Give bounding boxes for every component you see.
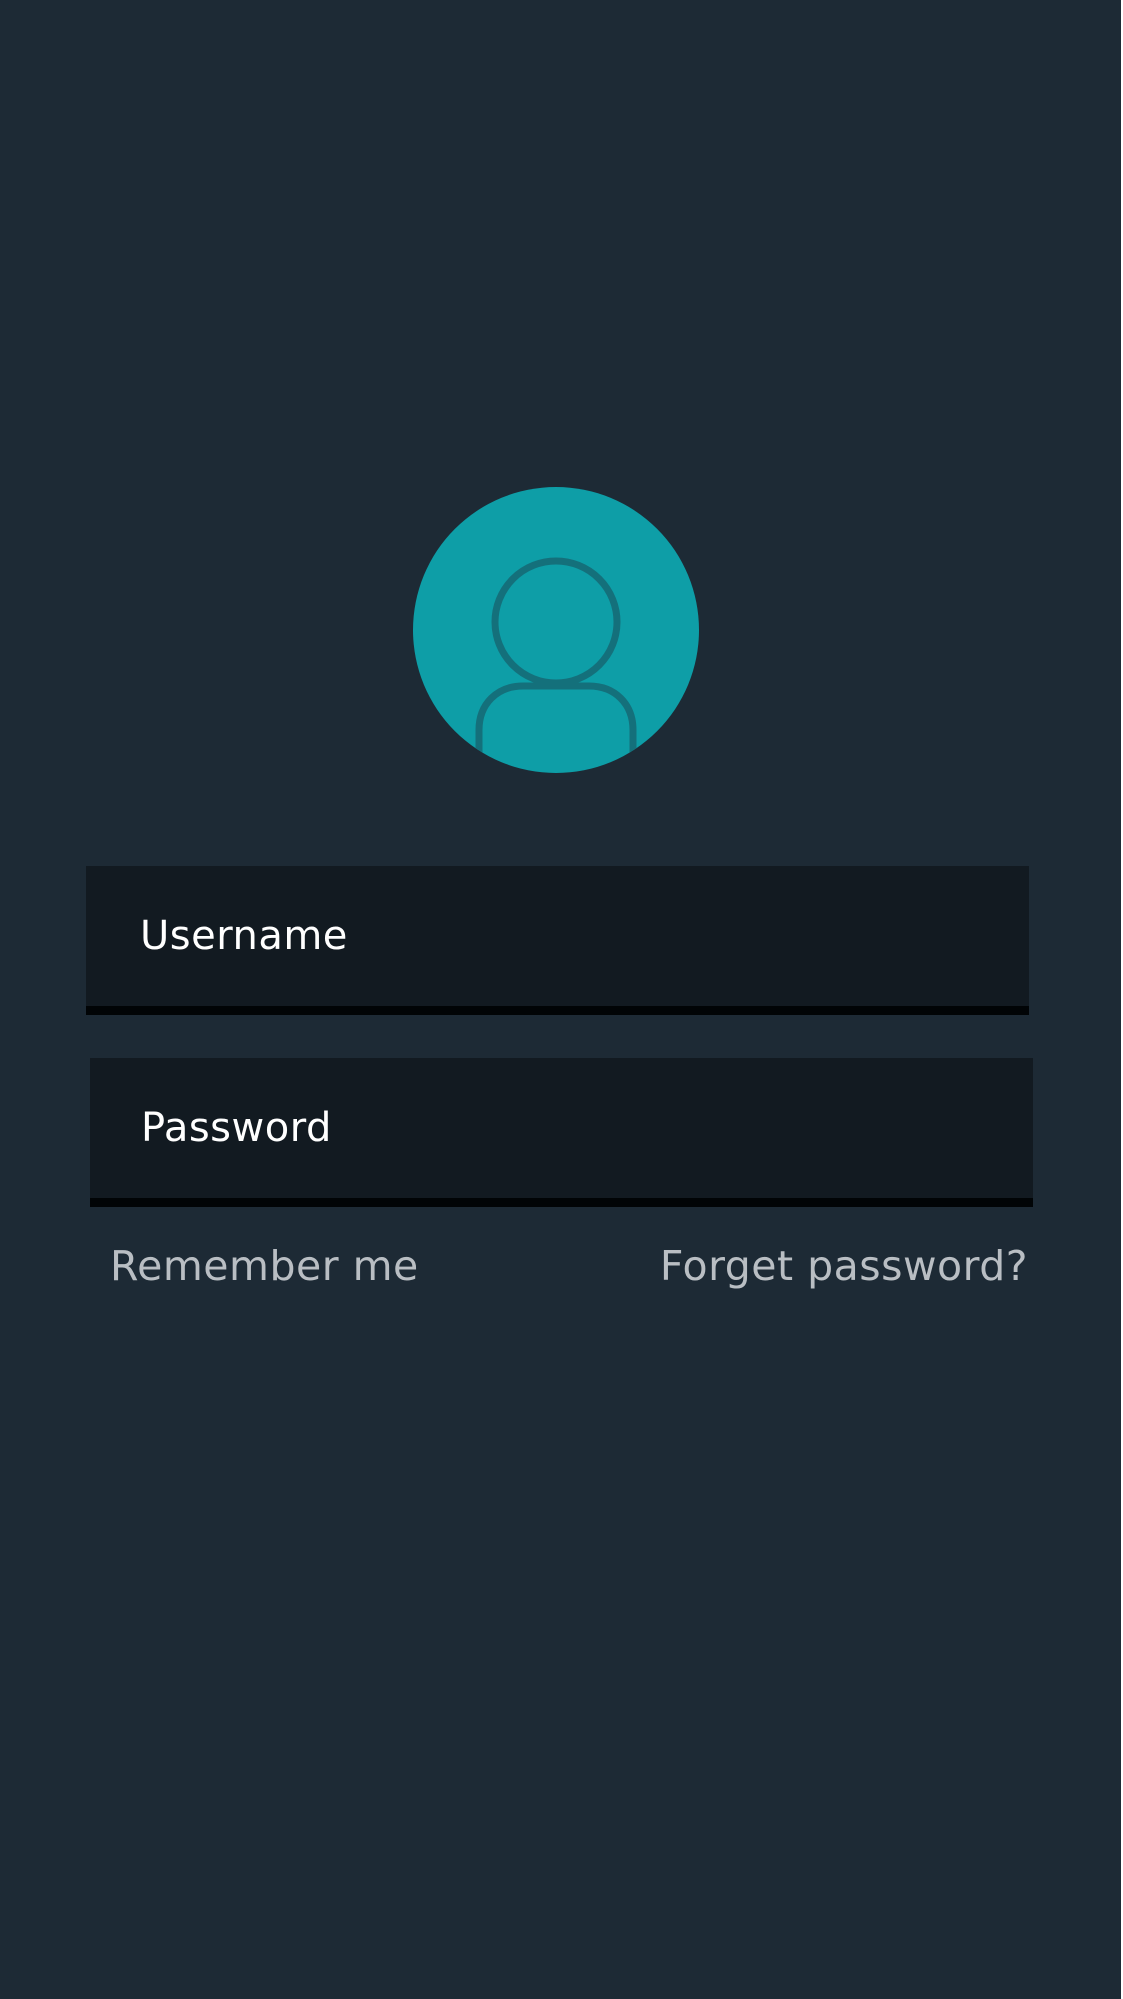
username-field xyxy=(86,866,1029,1015)
username-input[interactable] xyxy=(86,866,1029,1006)
user-icon xyxy=(413,487,699,773)
password-field xyxy=(90,1058,1033,1207)
avatar xyxy=(413,487,699,773)
login-screen: Remember me Forget password? xyxy=(0,0,1121,1999)
forgot-password-link[interactable]: Forget password? xyxy=(660,1238,1028,1294)
password-input[interactable] xyxy=(90,1058,1033,1198)
remember-me-label[interactable]: Remember me xyxy=(110,1238,419,1294)
